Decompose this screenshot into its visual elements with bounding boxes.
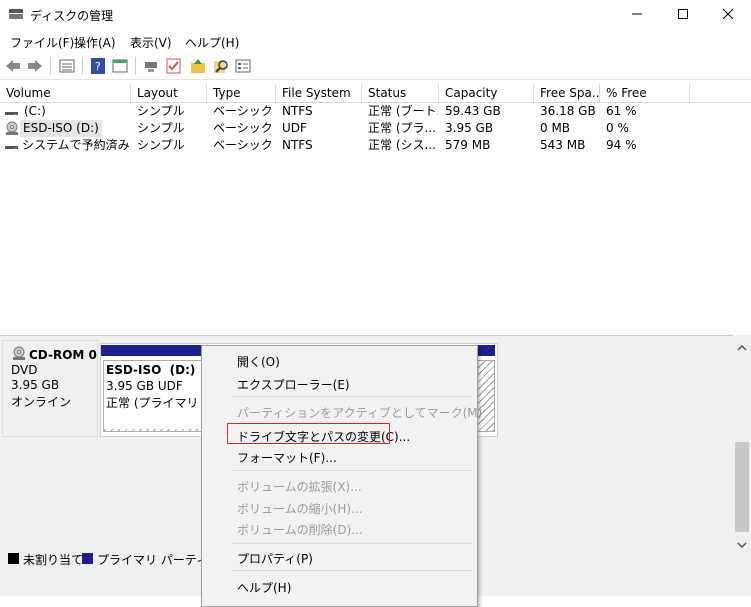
partition-size-fs: 3.95 GB UDF (106, 379, 183, 393)
volume-layout: シンプル (137, 104, 185, 118)
toolbar-separator (82, 57, 83, 75)
menu-item-format[interactable]: フォーマット(F)... (237, 449, 337, 466)
properties-icon[interactable] (111, 57, 129, 75)
menu-item-extend-volume: ボリュームの拡張(X)... (237, 480, 362, 494)
up-folder-icon[interactable] (189, 57, 207, 75)
scroll-thumb[interactable] (735, 442, 749, 532)
volume-free-space: 36.18 GB (540, 104, 596, 118)
scroll-up-icon[interactable] (737, 340, 747, 354)
menu-view[interactable]: 表示(V) (130, 34, 172, 51)
window-title: ディスクの管理 (30, 9, 114, 23)
check-icon[interactable] (165, 57, 183, 75)
menu-item-shrink-volume: ボリュームの縮小(H)... (237, 502, 363, 516)
volume-list-header: Volume Layout Type File System Status Ca… (0, 84, 751, 103)
title-bar: ディスクの管理 (0, 0, 751, 30)
disk-management-icon (8, 7, 24, 21)
volume-type: ベーシック (213, 104, 273, 118)
volume-row[interactable]: システムで予約済み シンプル ベーシック NTFS 正常 (シス... 579 … (0, 137, 751, 154)
highlight-box (227, 423, 390, 444)
column-status[interactable]: Status (362, 84, 439, 102)
volume-type: ベーシック (213, 121, 273, 135)
volume-status: 正常 (プラ... (368, 121, 436, 135)
settings-icon[interactable] (234, 57, 252, 75)
legend-swatch-unallocated (8, 553, 19, 564)
volume-name: (C:) (24, 104, 46, 118)
maximize-button[interactable] (660, 0, 706, 30)
toolbar-separator (50, 57, 51, 75)
volume-row[interactable]: ESD-ISO (D:) シンプル ベーシック UDF 正常 (プラ... 3.… (0, 120, 751, 137)
menu-separator (232, 396, 472, 397)
volume-type: ベーシック (213, 138, 273, 152)
column-layout[interactable]: Layout (131, 84, 207, 102)
back-arrow-icon[interactable] (4, 57, 22, 75)
disk-type: DVD (11, 363, 38, 377)
volume-row[interactable]: (C:) シンプル ベーシック NTFS 正常 (ブート... 59.43 GB… (0, 103, 751, 120)
menu-item-help[interactable]: ヘルプ(H) (237, 579, 291, 596)
menu-file[interactable]: ファイル(F) (10, 34, 74, 51)
volume-capacity: 59.43 GB (445, 104, 501, 118)
column-volume[interactable]: Volume (0, 84, 131, 102)
close-button[interactable] (705, 0, 751, 30)
column-type[interactable]: Type (207, 84, 276, 102)
disk-name: CD-ROM 0 (29, 348, 97, 362)
volume-name: システムで予約済み (22, 138, 130, 152)
menu-separator (232, 543, 472, 544)
volume-capacity: 3.95 GB (445, 121, 494, 135)
disk-size: 3.95 GB (11, 378, 60, 392)
toolbar-separator (135, 57, 136, 75)
volume-file-system: NTFS (282, 104, 313, 118)
volume-status: 正常 (シス... (368, 138, 436, 152)
svg-text:?: ? (95, 60, 101, 73)
toolbar: ? (0, 53, 751, 80)
disk-info-panel[interactable]: CD-ROM 0 DVD 3.95 GB オンライン (2, 340, 98, 437)
maximize-icon (678, 8, 688, 22)
forward-arrow-icon[interactable] (26, 57, 44, 75)
partition-status: 正常 (プライマリ パー (106, 396, 204, 410)
volume-name: ESD-ISO (D:) (20, 120, 102, 137)
menu-bar: ファイル(F) 操作(A) 表示(V) ヘルプ(H) (0, 31, 751, 51)
volume-percent-free: 0 % (606, 121, 629, 135)
menu-item-explorer[interactable]: エクスプローラー(E) (237, 376, 350, 393)
drive-icon (5, 107, 18, 115)
list-view-icon[interactable] (58, 57, 76, 75)
volume-layout: シンプル (137, 138, 185, 152)
legend-swatch-primary (82, 553, 93, 564)
volume-file-system: UDF (282, 121, 307, 135)
menu-item-open[interactable]: 開く(O) (237, 353, 280, 370)
column-capacity[interactable]: Capacity (439, 84, 534, 102)
volume-percent-free: 61 % (606, 104, 637, 118)
vertical-scrollbar[interactable] (733, 335, 751, 549)
close-icon (722, 8, 734, 22)
partition-name: ESD-ISO (D:) (106, 363, 196, 377)
volume-percent-free: 94 % (606, 138, 637, 152)
menu-item-mark-active: パーティションをアクティブとしてマーク(M) (237, 406, 483, 420)
menu-item-delete-volume: ボリュームの削除(D)... (237, 523, 363, 537)
help-icon[interactable]: ? (89, 57, 107, 75)
menu-separator (232, 470, 472, 471)
volume-free-space: 543 MB (540, 138, 586, 152)
drive-icon (5, 141, 18, 149)
disk-state: オンライン (11, 395, 72, 409)
volume-free-space: 0 MB (540, 121, 571, 135)
volume-status: 正常 (ブート... (368, 104, 438, 118)
column-free-space[interactable]: Free Spa... (534, 84, 600, 102)
volume-layout: シンプル (137, 121, 185, 135)
search-icon[interactable] (212, 57, 230, 75)
context-menu: 開く(O) エクスプローラー(E) パーティションをアクティブとしてマーク(M)… (201, 345, 482, 607)
volume-file-system: NTFS (282, 138, 313, 152)
menu-action[interactable]: 操作(A) (74, 34, 116, 51)
column-file-system[interactable]: File System (276, 84, 362, 102)
legend-label-unallocated: 未割り当て (23, 553, 84, 567)
menu-item-properties[interactable]: プロパティ(P) (237, 550, 313, 567)
connect-icon[interactable] (142, 57, 160, 75)
minimize-icon (632, 8, 642, 22)
menu-help[interactable]: ヘルプ(H) (185, 34, 239, 51)
menu-separator (232, 570, 472, 571)
cdrom-icon (11, 346, 27, 364)
minimize-button[interactable] (614, 0, 660, 30)
column-percent-free[interactable]: % Free (600, 84, 690, 102)
volume-capacity: 579 MB (445, 138, 491, 152)
cdrom-icon (4, 121, 20, 136)
partition-info[interactable]: ESD-ISO (D:) 3.95 GB UDF 正常 (プライマリ パー (104, 361, 204, 429)
